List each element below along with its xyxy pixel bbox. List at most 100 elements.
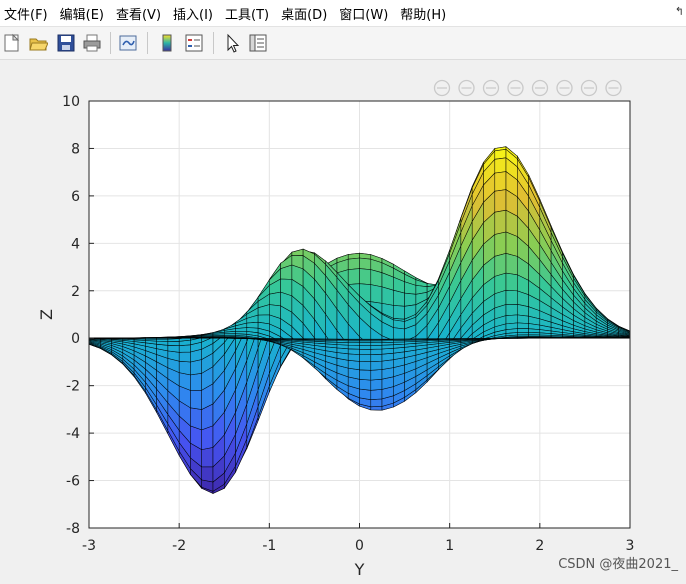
surface-facet xyxy=(247,322,258,328)
menu-bar: 文件(F) 编辑(E) 查看(V) 插入(I) 工具(T) 桌面(D) 窗口(W) 帮助(H) xyxy=(0,0,686,27)
open-file-icon[interactable] xyxy=(28,33,48,53)
toolbar-separator xyxy=(213,32,214,54)
surface-facet xyxy=(348,258,359,270)
z-tick-label: -8 xyxy=(66,521,80,537)
toolbar-separator xyxy=(147,32,148,54)
property-inspector-icon[interactable] xyxy=(248,33,268,53)
surface-facet xyxy=(371,349,382,355)
surface-facet xyxy=(269,292,280,306)
surface-facet xyxy=(506,253,517,274)
surface-facet xyxy=(495,190,506,213)
export-icon[interactable] xyxy=(484,81,499,96)
data-tips-icon[interactable] xyxy=(459,81,474,96)
insert-colorbar-icon[interactable] xyxy=(157,33,177,53)
surface-facet xyxy=(506,232,517,256)
surface-facet xyxy=(371,361,382,370)
menu-item-4[interactable]: 工具(T) xyxy=(225,4,269,23)
surface-facet xyxy=(382,339,393,340)
figure-toolbar xyxy=(0,27,686,60)
x-tick-label: 2 xyxy=(535,538,544,554)
surface-facet xyxy=(168,345,179,352)
surface-facet xyxy=(371,339,382,340)
rotate-3d-icon[interactable] xyxy=(508,81,523,96)
surface-facet xyxy=(371,270,382,287)
print-icon[interactable] xyxy=(82,33,102,53)
surface-facet xyxy=(348,269,359,285)
surface-facet xyxy=(495,172,506,192)
surface-facet xyxy=(506,304,517,315)
surface-facet xyxy=(202,467,213,482)
pan-icon[interactable] xyxy=(533,81,548,96)
surface-facet xyxy=(348,360,359,370)
surface-facet xyxy=(348,354,359,362)
surface-facet xyxy=(190,408,201,430)
axes-toolbar xyxy=(435,81,622,96)
surface-facet xyxy=(326,339,337,340)
surface-facet xyxy=(360,361,371,370)
figure-canvas[interactable]: -3-2-101231086420-2-4-6-8YZ xyxy=(0,60,686,580)
surface-facet xyxy=(371,345,382,349)
z-tick-label: 4 xyxy=(71,236,80,252)
z-axis-label: Z xyxy=(37,309,56,320)
surface-facet xyxy=(506,273,517,291)
x-tick-label: 1 xyxy=(445,538,454,554)
x-tick-label: 0 xyxy=(355,538,364,554)
menu-item-6[interactable]: 窗口(W) xyxy=(339,4,388,23)
surface-facet xyxy=(337,339,348,340)
menu-dock-icon[interactable]: ↰ xyxy=(675,5,684,18)
link-plot-icon[interactable] xyxy=(118,33,138,53)
surface-facet xyxy=(382,287,393,306)
menu-item-7[interactable]: 帮助(H) xyxy=(400,4,446,23)
x-tick-label: 3 xyxy=(626,538,635,554)
surface-facet xyxy=(506,315,517,324)
new-figure-icon[interactable] xyxy=(2,33,22,53)
zoom-out-icon[interactable] xyxy=(582,81,597,96)
menu-item-1[interactable]: 编辑(E) xyxy=(60,4,104,23)
zoom-in-icon[interactable] xyxy=(557,81,572,96)
surface-facet xyxy=(314,339,325,340)
surface-facet xyxy=(382,360,393,370)
brush-icon[interactable] xyxy=(435,81,450,96)
pointer-icon[interactable] xyxy=(222,33,242,53)
z-tick-label: 10 xyxy=(62,94,80,110)
z-tick-label: 0 xyxy=(71,331,80,347)
surface-facet xyxy=(303,339,314,340)
home-icon[interactable] xyxy=(606,81,621,96)
insert-legend-icon[interactable] xyxy=(184,33,204,53)
surface-facet xyxy=(360,345,371,349)
surface-facet xyxy=(495,253,506,276)
menu-item-2[interactable]: 查看(V) xyxy=(116,4,161,23)
surface-facet xyxy=(517,329,528,333)
surface-facet xyxy=(360,258,371,270)
surface-facet xyxy=(371,399,382,407)
surface-facet xyxy=(405,339,416,340)
z-tick-label: 6 xyxy=(71,189,80,205)
surface-facet xyxy=(393,339,404,340)
menu-item-0[interactable]: 文件(F) xyxy=(4,4,48,23)
surface-facet xyxy=(495,210,506,234)
x-tick-label: -1 xyxy=(262,538,276,554)
surface-facet xyxy=(348,339,359,340)
x-tick-label: -3 xyxy=(82,538,96,554)
surface-facet xyxy=(168,341,179,345)
surface-facet xyxy=(179,345,190,353)
surface-facet xyxy=(371,379,382,390)
surface-facet xyxy=(360,370,371,380)
surface-facet xyxy=(360,339,371,340)
surface-facet xyxy=(506,290,517,304)
surface-facet xyxy=(393,305,404,320)
menu-item-5[interactable]: 桌面(D) xyxy=(281,4,327,23)
save-icon[interactable] xyxy=(56,33,76,53)
surface-facet xyxy=(360,269,371,285)
surface-plot[interactable]: -3-2-101231086420-2-4-6-8YZ xyxy=(0,60,686,580)
z-tick-label: -6 xyxy=(66,474,80,490)
x-axis-label: Y xyxy=(354,560,365,579)
surface-facet xyxy=(495,232,506,256)
surface-facet xyxy=(438,339,449,340)
menu-item-3[interactable]: 插入(I) xyxy=(173,4,213,23)
surface-facet xyxy=(517,304,528,316)
surface-facet xyxy=(382,348,393,354)
surface-facet xyxy=(517,323,528,329)
z-tick-label: 8 xyxy=(71,141,80,157)
toolbar-separator xyxy=(110,32,111,54)
